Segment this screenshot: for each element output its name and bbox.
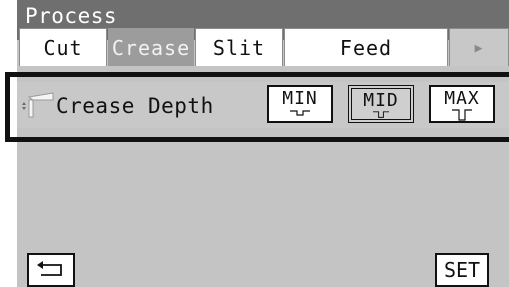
tab-cut[interactable]: Cut (19, 28, 107, 66)
process-screen: Process Cut Crease Slit Feed ▶ Crease De… (17, 0, 509, 287)
depth-min-button[interactable]: MIN (267, 85, 333, 123)
depth-max-button[interactable]: MAX (429, 85, 495, 123)
shallow-crease-icon (290, 110, 310, 116)
set-button[interactable]: SET (435, 253, 489, 287)
depth-min-label: MIN (282, 88, 318, 109)
medium-crease-icon (373, 111, 389, 118)
tab-feed-label: Feed (339, 36, 393, 60)
set-button-label: SET (443, 258, 481, 282)
crease-tool-icon (19, 92, 55, 122)
deep-crease-icon (452, 109, 472, 121)
tab-slit-label: Slit (212, 36, 266, 60)
chevron-right-icon: ▶ (474, 41, 484, 56)
crease-depth-row: Crease Depth MIN MID MAX (17, 82, 509, 128)
tab-slit[interactable]: Slit (195, 28, 283, 66)
depth-mid-button[interactable]: MID (348, 85, 414, 123)
back-button[interactable] (27, 253, 75, 287)
tab-crease-label: Crease (111, 36, 191, 60)
tab-scroll-right-button[interactable]: ▶ (449, 28, 509, 66)
tab-crease[interactable]: Crease (108, 28, 194, 66)
return-arrow-icon (37, 261, 62, 276)
crease-depth-label: Crease Depth (56, 94, 214, 118)
tab-cut-label: Cut (43, 36, 83, 60)
depth-mid-label: MID (363, 90, 399, 111)
depth-max-label: MAX (444, 88, 480, 109)
screen-title: Process (25, 4, 118, 28)
tab-feed[interactable]: Feed (284, 28, 448, 66)
